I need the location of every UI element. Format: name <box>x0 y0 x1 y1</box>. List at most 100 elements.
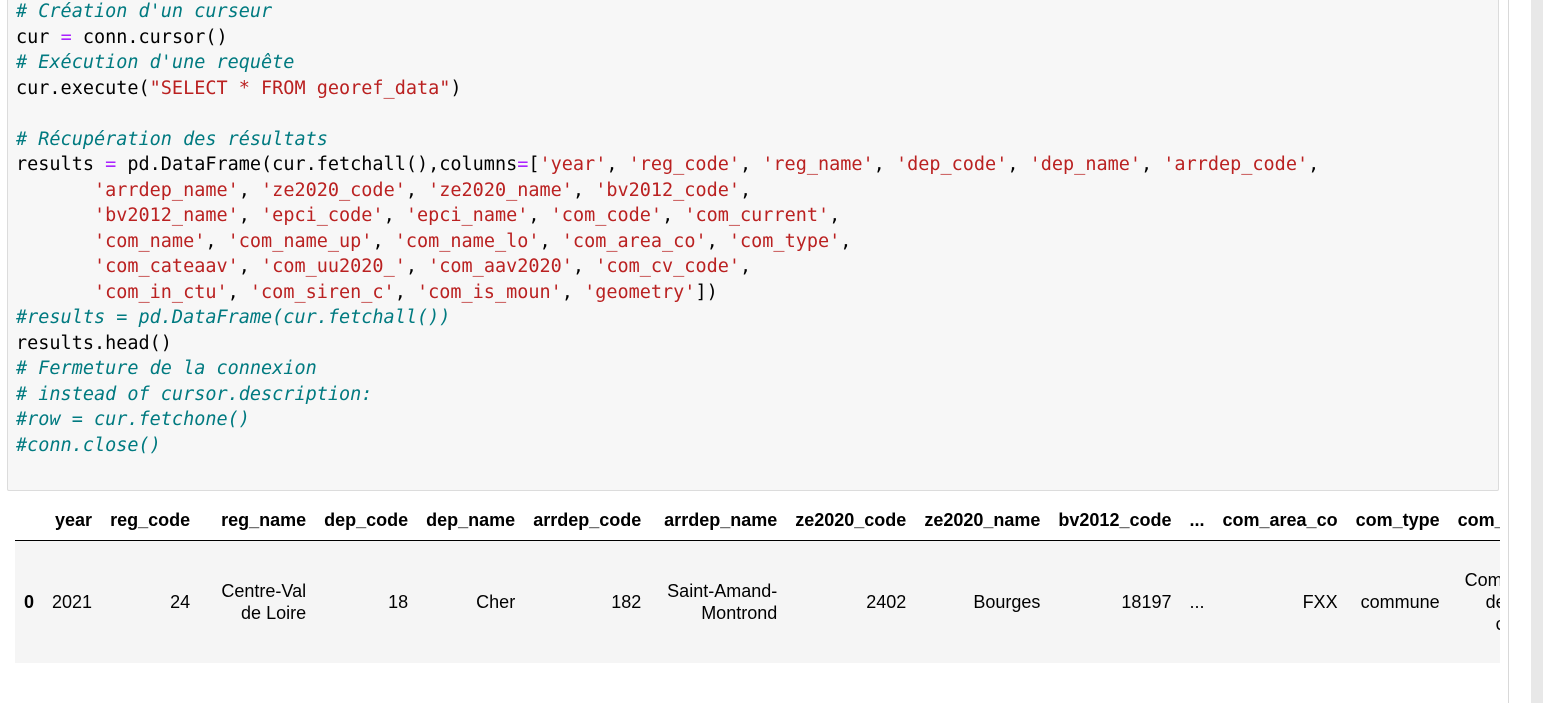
code-text: ]) <box>695 281 718 303</box>
code-text: , <box>572 256 596 277</box>
code-text: , <box>227 281 250 303</box>
code-text: , <box>606 154 629 175</box>
code-string: 'dep_name' <box>1029 154 1142 175</box>
code-text: cur.execute( <box>16 77 150 99</box>
cell-text: Centre-Val de Loire <box>221 581 307 623</box>
code-string: 'com_in_ctu' <box>93 281 228 303</box>
code-editor[interactable]: # Création d'un curseur cur = conn.cursor… <box>16 0 1319 458</box>
column-header: com_ca <box>1448 500 1500 541</box>
table-cell: 2402 <box>866 592 907 612</box>
code-string: 'epci_name' <box>405 205 529 226</box>
code-line: #results = pd.DataFrame(cur.fetchall()) <box>16 305 1319 331</box>
table-cell: 18197 <box>1121 592 1172 612</box>
column-header: arrdep_name <box>650 500 787 541</box>
column-header: dep_name <box>417 500 525 541</box>
code-text: , <box>572 179 596 201</box>
code-string: 'com_code' <box>550 205 663 226</box>
code-text: , <box>528 205 551 226</box>
code-string: 'year' <box>539 154 607 175</box>
code-operator: = <box>60 26 72 48</box>
column-header: arrdep_code <box>524 500 651 541</box>
table-cell: commune <box>1360 592 1440 612</box>
code-comment: #conn.close() <box>16 434 161 456</box>
column-header: ... <box>1180 500 1214 541</box>
code-text: , <box>539 230 562 252</box>
code-text: , <box>1007 154 1030 175</box>
column-header: reg_code <box>101 500 200 541</box>
code-comment: # Création d'un curseur <box>16 1 273 22</box>
code-string: 'arrdep_name' <box>93 179 239 201</box>
table-row: 0 2021 24 Centre-Val de Loire 18 Cher 182 Saint… <box>15 540 1500 664</box>
table-cell: Saint-Amand-Montrond <box>650 541 786 664</box>
code-text: , <box>238 179 262 201</box>
column-header: com_area_co <box>1213 500 1347 541</box>
code-line: #row = cur.fetchone() <box>16 407 1319 433</box>
code-string: 'geometry' <box>584 281 696 303</box>
code-line: # Récupération des résultats <box>16 127 1319 153</box>
code-text: results <box>16 154 106 175</box>
code-string: 'com_name_up' <box>227 230 373 252</box>
code-text: , <box>740 256 752 277</box>
column-header: dep_code <box>315 500 418 541</box>
code-operator: = <box>105 154 117 175</box>
code-line: # Fermeture de la connexion <box>16 356 1319 382</box>
code-string: 'reg_code' <box>628 154 740 175</box>
code-string: 'com_siren_c' <box>249 281 395 303</box>
table-cell: Commune de la cou <box>1449 541 1500 664</box>
code-line: # Création d'un curseur <box>16 0 1319 25</box>
code-text: , <box>1308 154 1320 175</box>
code-comment: # instead of cursor.description: <box>16 383 373 405</box>
code-string: 'ze2020_name' <box>428 179 573 201</box>
code-text: , <box>238 205 262 226</box>
code-text: pd.DataFrame(cur.fetchall(),columns <box>116 154 518 175</box>
code-text: conn.cursor() <box>71 26 228 48</box>
table-cell: 18 <box>388 592 409 612</box>
code-string: 'arrdep_code' <box>1163 154 1309 175</box>
code-text: cur <box>16 26 61 48</box>
code-text: , <box>383 205 406 226</box>
code-string: 'com_name_lo' <box>394 230 540 252</box>
code-string: 'epci_code' <box>261 205 384 226</box>
code-comment: # Fermeture de la connexion <box>16 358 317 379</box>
code-text: , <box>740 154 763 175</box>
code-line: 'com_in_ctu', 'com_siren_c', 'com_is_mou… <box>16 280 1319 306</box>
code-text: , <box>372 230 395 252</box>
code-string: 'reg_name' <box>762 154 874 175</box>
code-comment: #row = cur.fetchone() <box>16 409 250 430</box>
code-operator: = <box>517 154 529 175</box>
table-cell: Cher <box>476 592 516 612</box>
code-line: 'com_cateaav', 'com_uu2020_', 'com_aav20… <box>16 254 1319 280</box>
index-header <box>15 500 44 541</box>
code-string: "SELECT * FROM georef_data" <box>149 77 451 99</box>
row-index: 0 <box>24 592 35 612</box>
code-text: , <box>405 256 429 277</box>
code-cell-input[interactable]: # Création d'un curseur cur = conn.cursor… <box>7 0 1499 491</box>
cell-text: Saint-Amand-Montrond <box>667 581 778 623</box>
code-string: 'com_aav2020' <box>428 256 573 277</box>
code-line: 'com_name', 'com_name_up', 'com_name_lo'… <box>16 229 1319 255</box>
table-cell: 2021 <box>52 592 93 612</box>
code-comment: #results = pd.DataFrame(cur.fetchall()) <box>16 307 451 328</box>
code-text: , <box>205 230 228 252</box>
code-string: 'com_current' <box>684 205 830 226</box>
code-text: , <box>561 281 585 303</box>
code-string: 'com_cv_code' <box>595 256 740 277</box>
code-line: results.head() <box>16 331 1319 357</box>
code-text: , <box>405 179 429 201</box>
column-header: bv2012_code <box>1049 500 1181 541</box>
table-cell: 24 <box>170 592 191 612</box>
code-string: 'com_type' <box>728 230 841 252</box>
code-line: cur.execute("SELECT * FROM georef_data") <box>16 76 1319 102</box>
table-cell: Centre-Val de Loire <box>199 541 315 664</box>
code-text: , <box>238 256 262 277</box>
code-text: , <box>394 281 417 303</box>
code-text: , <box>1141 154 1164 175</box>
vertical-scrollbar[interactable] <box>1531 0 1543 703</box>
code-string: 'com_uu2020_' <box>261 256 406 277</box>
table-cell: 182 <box>611 592 642 612</box>
code-string: 'com_cateaav' <box>93 256 239 277</box>
code-line: results = pd.DataFrame(cur.fetchall(),co… <box>16 152 1319 178</box>
